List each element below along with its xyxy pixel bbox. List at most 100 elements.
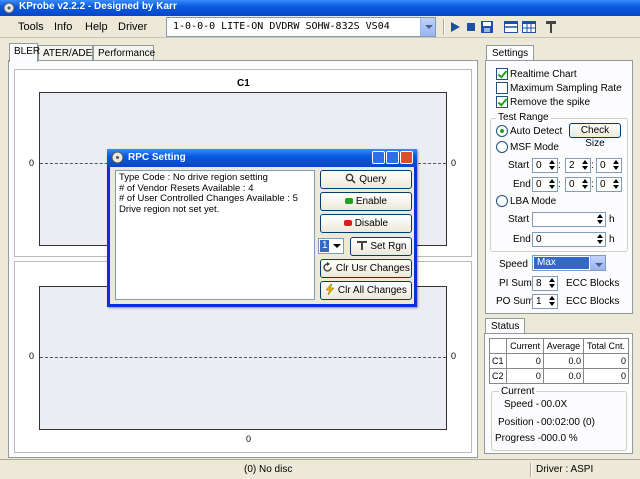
info-line: Type Code : No drive region setting: [119, 172, 268, 183]
status-table: Current Average Total Cnt. C1 0 0.0 0 C2…: [488, 338, 630, 384]
query-button[interactable]: Query: [320, 170, 412, 189]
close-icon[interactable]: [400, 151, 413, 164]
lba-mode-radio[interactable]: [496, 195, 508, 207]
table-row: C2 0 0.0 0: [488, 368, 630, 384]
cell: 0: [582, 353, 630, 369]
cell: 0.0: [542, 353, 584, 369]
spin-arrows-icon[interactable]: [595, 213, 605, 226]
tab-settings[interactable]: Settings: [486, 45, 535, 61]
clear-all-changes-button[interactable]: Clr All Changes: [320, 281, 412, 300]
chevron-down-icon[interactable]: [333, 244, 341, 248]
chevron-down-icon[interactable]: [590, 256, 605, 270]
set-region-button[interactable]: Set Rgn: [350, 237, 412, 256]
column-header: Total Cnt.: [582, 338, 630, 354]
region-select[interactable]: 1: [318, 238, 344, 254]
msf-end-label: End: [513, 179, 531, 190]
minimize-icon[interactable]: [372, 151, 385, 164]
colon-separator: :: [558, 160, 561, 171]
tab-status[interactable]: Status: [485, 318, 526, 334]
clear-user-changes-button[interactable]: Clr Usr Changes: [320, 259, 412, 278]
speed-select[interactable]: Max: [532, 255, 606, 271]
msf-mode-radio[interactable]: [496, 141, 508, 153]
spin-arrows-icon[interactable]: [547, 277, 557, 290]
cell: 0.0: [542, 368, 584, 384]
table-view-icon[interactable]: [521, 19, 537, 35]
chevron-down-icon[interactable]: [420, 18, 435, 36]
check-size-button[interactable]: Check Size: [569, 123, 621, 149]
spin-value: 0: [600, 160, 606, 171]
msf-start-sec[interactable]: 2: [565, 158, 591, 173]
spin-arrows-icon[interactable]: [611, 159, 621, 172]
colon-separator: :: [591, 179, 594, 190]
auto-detect-radio[interactable]: [496, 125, 508, 137]
radio-label: Auto Detect: [510, 126, 563, 137]
disable-button[interactable]: Disable: [320, 214, 412, 233]
tools-icon[interactable]: [543, 19, 559, 35]
tab-bler[interactable]: BLER: [9, 43, 40, 62]
play-icon[interactable]: [447, 19, 463, 35]
chart-title: C1: [237, 78, 250, 89]
spin-arrows-icon[interactable]: [580, 159, 590, 172]
cell: 0: [506, 353, 544, 369]
hex-unit-label: h: [609, 234, 615, 245]
realtime-chart-checkbox[interactable]: [496, 68, 508, 80]
status-bar: (0) No disc Driver : ASPI: [0, 459, 640, 479]
y-axis-label-right: 0: [451, 158, 457, 168]
menu-tools[interactable]: Tools: [18, 21, 44, 33]
dialog-title-bar: RPC Setting: [107, 149, 417, 167]
button-label: Set Rgn: [370, 241, 407, 252]
table-row: C1 0 0.0 0: [488, 353, 630, 369]
y-axis-label: 0: [29, 351, 35, 361]
spin-arrows-icon[interactable]: [547, 178, 557, 191]
progress-readout-value: 000.0 %: [541, 433, 578, 444]
window-title: KProbe v2.2.2 - Designed by Karr: [19, 1, 177, 12]
drive-select-value: 1-0-0-0 LITE-ON DVDRW SOHW-832S VS04: [173, 21, 390, 32]
disc-icon: [111, 151, 124, 164]
cell: 0: [582, 368, 630, 384]
info-line: # of User Controlled Changes Available :…: [119, 193, 298, 204]
max-sampling-checkbox[interactable]: [496, 82, 508, 94]
maximize-icon[interactable]: [386, 151, 399, 164]
msf-end-sec[interactable]: 0: [565, 177, 591, 192]
row-label: C1: [488, 353, 508, 369]
save-icon[interactable]: [479, 19, 495, 35]
app-icon: [3, 2, 15, 14]
spin-arrows-icon[interactable]: [595, 233, 605, 246]
po-sum-input[interactable]: 1: [532, 294, 558, 309]
spin-value: 0: [536, 160, 542, 171]
spin-value: 2: [569, 160, 575, 171]
split-view-icon[interactable]: [503, 19, 519, 35]
spin-arrows-icon[interactable]: [547, 159, 557, 172]
lba-start-input[interactable]: [532, 212, 606, 227]
msf-start-min[interactable]: 0: [532, 158, 558, 173]
spin-value: 0: [536, 234, 542, 245]
status-panel: Current Average Total Cnt. C1 0 0.0 0 C2…: [484, 333, 633, 454]
msf-end-min[interactable]: 0: [532, 177, 558, 192]
settings-panel: Realtime Chart Maximum Sampling Rate Rem…: [485, 60, 633, 314]
lba-end-input[interactable]: 0: [532, 232, 606, 247]
y-axis-label-right: 0: [451, 351, 457, 361]
remove-spike-checkbox[interactable]: [496, 96, 508, 108]
spin-arrows-icon[interactable]: [580, 178, 590, 191]
menu-help[interactable]: Help: [85, 21, 108, 33]
stop-icon[interactable]: [463, 19, 479, 35]
msf-start-frame[interactable]: 0: [596, 158, 622, 173]
group-title: Current: [499, 386, 537, 397]
menu-info[interactable]: Info: [54, 21, 72, 33]
spin-arrows-icon[interactable]: [611, 178, 621, 191]
lba-start-label: Start: [508, 214, 530, 225]
speed-select-value: Max: [534, 257, 589, 269]
disc-status: (0) No disc: [244, 464, 293, 475]
button-label: Clr All Changes: [337, 285, 407, 296]
tab-performance[interactable]: Performance: [93, 45, 155, 61]
checkbox-label: Remove the spike: [510, 97, 591, 108]
msf-end-frame[interactable]: 0: [596, 177, 622, 192]
region-select-value: 1: [320, 240, 329, 252]
menu-driver[interactable]: Driver: [118, 21, 147, 33]
enable-button[interactable]: Enable: [320, 192, 412, 211]
pi-sum-input[interactable]: 8: [532, 276, 558, 291]
tab-ater-ader[interactable]: ATER/ADER: [38, 45, 100, 61]
spin-arrows-icon[interactable]: [547, 295, 557, 308]
drive-select[interactable]: 1-0-0-0 LITE-ON DVDRW SOHW-832S VS04: [166, 17, 436, 37]
group-title: Test Range: [496, 112, 551, 123]
